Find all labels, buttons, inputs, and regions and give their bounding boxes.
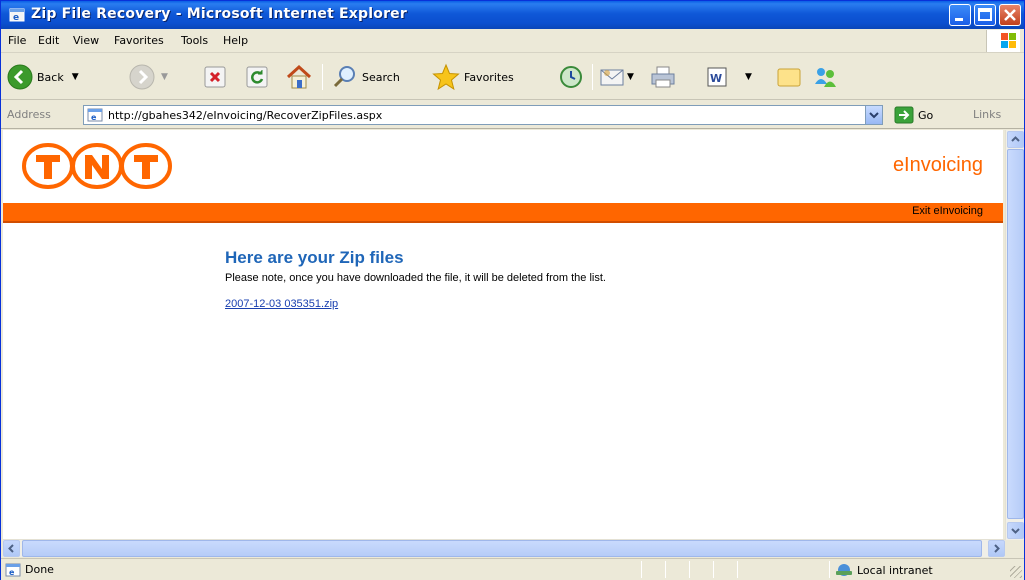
minimize-button[interactable] bbox=[949, 4, 971, 26]
resize-grip[interactable] bbox=[1010, 566, 1022, 578]
status-divider bbox=[641, 561, 642, 578]
history-icon bbox=[560, 66, 582, 88]
status-text: Done bbox=[25, 563, 54, 576]
svg-text:e: e bbox=[13, 13, 19, 23]
back-arrow-icon bbox=[7, 64, 33, 90]
print-button[interactable] bbox=[649, 63, 677, 91]
scroll-up-button[interactable] bbox=[1007, 131, 1024, 148]
forward-dropdown-icon[interactable]: ▼ bbox=[161, 72, 168, 82]
print-icon bbox=[651, 66, 675, 88]
menu-tools[interactable]: Tools bbox=[181, 34, 208, 47]
favorites-star-icon bbox=[432, 63, 460, 91]
search-label: Search bbox=[362, 70, 400, 84]
menu-help[interactable]: Help bbox=[223, 34, 248, 47]
windows-logo-icon bbox=[986, 30, 1020, 52]
menu-favorites[interactable]: Favorites bbox=[114, 34, 164, 47]
chevron-right-icon bbox=[994, 544, 1000, 553]
horizontal-scroll-thumb[interactable] bbox=[22, 540, 982, 557]
address-label: Address bbox=[7, 108, 51, 121]
chevron-down-icon bbox=[1011, 528, 1020, 534]
messenger-icon bbox=[815, 68, 836, 87]
go-label: Go bbox=[918, 108, 934, 122]
search-icon bbox=[333, 66, 355, 88]
back-button[interactable]: Back ▼ bbox=[7, 63, 79, 91]
stop-icon bbox=[204, 66, 226, 88]
header-band bbox=[3, 203, 1003, 223]
address-dropdown-button[interactable] bbox=[865, 106, 882, 124]
go-button[interactable]: Go bbox=[894, 106, 933, 124]
back-label: Back bbox=[37, 70, 64, 84]
mail-icon bbox=[600, 69, 624, 86]
ie-page-icon: e bbox=[9, 7, 25, 23]
tnt-logo bbox=[22, 143, 172, 192]
edit-word-button[interactable]: W ▼ bbox=[705, 63, 752, 91]
favorites-button[interactable]: Favorites bbox=[432, 63, 514, 91]
status-bar: e Done Local intranet bbox=[1, 558, 1024, 580]
chevron-down-icon bbox=[869, 112, 879, 119]
security-zone[interactable]: Local intranet bbox=[835, 562, 933, 578]
history-button[interactable] bbox=[558, 63, 584, 91]
edit-dropdown-icon[interactable]: ▼ bbox=[745, 72, 752, 82]
home-button[interactable] bbox=[285, 63, 313, 91]
search-button[interactable]: Search bbox=[332, 63, 400, 91]
word-icon: W bbox=[707, 67, 727, 87]
horizontal-scrollbar[interactable] bbox=[3, 539, 1005, 557]
forward-button[interactable]: ▼ bbox=[129, 63, 168, 91]
address-bar: Address e http://gbahes342/eInvoicing/Re… bbox=[1, 101, 1024, 129]
zip-file-link[interactable]: 2007-12-03 035351.zip bbox=[225, 298, 338, 310]
favorites-label: Favorites bbox=[464, 70, 514, 84]
maximize-button[interactable] bbox=[974, 4, 996, 26]
ie-page-icon: e bbox=[5, 563, 21, 577]
refresh-icon bbox=[246, 66, 268, 88]
svg-text:e: e bbox=[9, 568, 15, 577]
address-url[interactable]: http://gbahes342/eInvoicing/RecoverZipFi… bbox=[108, 109, 382, 122]
menu-file[interactable]: File bbox=[8, 34, 26, 47]
status-divider bbox=[689, 561, 690, 578]
back-dropdown-icon[interactable]: ▼ bbox=[72, 72, 79, 82]
status-divider bbox=[737, 561, 738, 578]
window-title: Zip File Recovery - Microsoft Internet E… bbox=[31, 6, 407, 22]
menu-bar: File Edit View Favorites Tools Help bbox=[1, 29, 1024, 53]
status-divider bbox=[713, 561, 714, 578]
status-divider bbox=[665, 561, 666, 578]
toolbar-separator bbox=[322, 64, 323, 90]
chevron-up-icon bbox=[1011, 136, 1020, 142]
svg-text:e: e bbox=[91, 113, 97, 122]
exit-einvoicing-link[interactable]: Exit eInvoicing bbox=[912, 205, 983, 217]
vertical-scrollbar[interactable] bbox=[1005, 130, 1024, 540]
svg-text:W: W bbox=[710, 72, 722, 85]
chevron-left-icon bbox=[8, 544, 14, 553]
address-field[interactable]: e http://gbahes342/eInvoicing/RecoverZip… bbox=[83, 105, 883, 125]
folder-note-icon bbox=[777, 68, 801, 87]
forward-arrow-icon bbox=[129, 64, 155, 90]
scroll-left-button[interactable] bbox=[3, 540, 20, 557]
messenger-button[interactable] bbox=[811, 63, 841, 91]
scroll-right-button[interactable] bbox=[988, 540, 1005, 557]
go-arrow-icon bbox=[894, 106, 914, 124]
vertical-scroll-thumb[interactable] bbox=[1007, 149, 1024, 519]
status-divider bbox=[829, 561, 830, 578]
title-bar[interactable]: e Zip File Recovery - Microsoft Internet… bbox=[1, 1, 1024, 29]
home-icon bbox=[286, 64, 312, 89]
links-toolbar-label[interactable]: Links bbox=[973, 108, 1001, 121]
stop-button[interactable] bbox=[203, 63, 227, 91]
refresh-button[interactable] bbox=[245, 63, 269, 91]
brand-title: eInvoicing bbox=[892, 154, 983, 176]
page-heading: Here are your Zip files bbox=[225, 248, 404, 267]
mail-dropdown-icon[interactable]: ▼ bbox=[627, 72, 634, 82]
download-note: Please note, once you have downloaded th… bbox=[225, 272, 606, 284]
page-content: eInvoicing Exit eInvoicing Here are your… bbox=[3, 130, 1003, 539]
discuss-button[interactable] bbox=[775, 63, 805, 91]
menu-view[interactable]: View bbox=[73, 34, 99, 47]
close-button[interactable] bbox=[999, 4, 1021, 26]
menu-edit[interactable]: Edit bbox=[38, 34, 59, 47]
toolbar-separator bbox=[592, 64, 593, 90]
zone-label: Local intranet bbox=[857, 563, 933, 577]
ie-page-icon: e bbox=[87, 108, 103, 122]
mail-button[interactable]: ▼ bbox=[599, 63, 634, 91]
intranet-zone-icon bbox=[836, 564, 852, 576]
standard-toolbar: Back ▼ ▼ Search Favorites ▼ W ▼ bbox=[1, 54, 1024, 100]
scroll-down-button[interactable] bbox=[1007, 522, 1024, 539]
browser-window: e Zip File Recovery - Microsoft Internet… bbox=[0, 0, 1025, 580]
